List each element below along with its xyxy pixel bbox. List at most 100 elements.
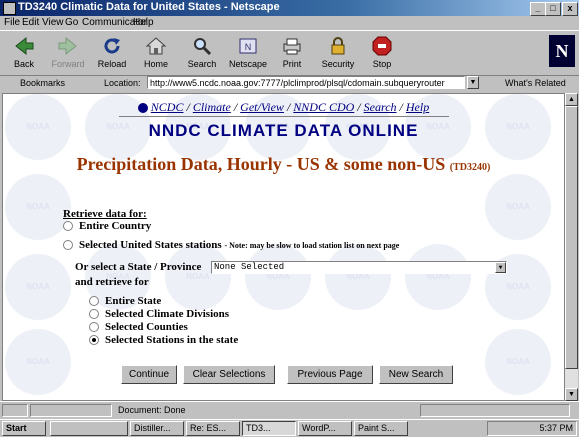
connection-icon bbox=[2, 404, 28, 417]
security-label: Security bbox=[321, 59, 355, 69]
back-button[interactable]: Back bbox=[2, 33, 46, 71]
forward-button[interactable]: Forward bbox=[46, 33, 90, 71]
selected-stations-radio[interactable] bbox=[63, 240, 73, 251]
minimize-button[interactable]: _ bbox=[530, 2, 546, 16]
menu-file[interactable]: File bbox=[4, 17, 20, 28]
nav-link-search[interactable]: Search bbox=[364, 100, 397, 114]
option-entire-country[interactable]: Entire Country bbox=[63, 220, 151, 232]
svg-text:N: N bbox=[245, 42, 252, 52]
quick-launch[interactable] bbox=[50, 421, 128, 436]
bookmarks-button[interactable]: Bookmarks bbox=[20, 78, 65, 88]
menu-edit[interactable]: Edit bbox=[22, 17, 39, 28]
security-button[interactable]: Security bbox=[316, 33, 360, 71]
menu-go[interactable]: Go bbox=[65, 17, 78, 28]
entire-state-radio[interactable] bbox=[89, 296, 99, 307]
state-label: Or select a State / Province bbox=[75, 261, 202, 273]
noaa-watermark: NOAA bbox=[245, 244, 311, 310]
continue-button[interactable]: Continue bbox=[121, 365, 177, 384]
task-email[interactable]: Re: ES... bbox=[186, 421, 240, 436]
close-button[interactable]: x bbox=[562, 2, 578, 16]
counties-label: Selected Counties bbox=[105, 321, 188, 333]
noaa-watermark: NOAA bbox=[485, 174, 551, 240]
menu-help[interactable]: Help bbox=[133, 17, 154, 28]
nav-link-ncdc[interactable]: NCDC bbox=[151, 100, 184, 114]
forward-label: Forward bbox=[51, 59, 85, 69]
task-paint[interactable]: Paint S... bbox=[354, 421, 408, 436]
reload-button[interactable]: Reload bbox=[90, 33, 134, 71]
noaa-watermark: NOAA bbox=[165, 244, 231, 310]
stations-in-state-label: Selected Stations in the state bbox=[105, 334, 239, 346]
home-button[interactable]: Home bbox=[134, 33, 178, 71]
noaa-watermark: NOAA bbox=[405, 244, 471, 310]
clear-selections-button[interactable]: Clear Selections bbox=[183, 365, 275, 384]
search-label: Search bbox=[187, 59, 217, 69]
nav-separator: / bbox=[233, 100, 238, 114]
netscape-window-icon[interactable] bbox=[3, 2, 16, 15]
window-title: TD3240 Climatic Data for United States -… bbox=[18, 1, 280, 13]
reload-icon bbox=[104, 38, 120, 54]
status-bar: Document: Done bbox=[0, 401, 579, 419]
status-text: Document: Done bbox=[118, 405, 186, 415]
stop-label: Stop bbox=[372, 59, 392, 69]
nav-link-nndc-cdo[interactable]: NNDC CDO bbox=[293, 100, 354, 114]
task-wordpad[interactable]: WordP... bbox=[298, 421, 352, 436]
state-select[interactable]: None Selected ▼ bbox=[211, 261, 507, 274]
page-content[interactable]: NOAA NOAA NOAA NOAA NOAA NOAA NOAA NOAA … bbox=[2, 93, 565, 401]
state-select-value: None Selected bbox=[214, 262, 285, 272]
home-label: Home bbox=[143, 59, 168, 69]
print-button[interactable]: Print bbox=[270, 33, 314, 71]
forward-arrow-icon bbox=[58, 36, 77, 56]
window-title-bar[interactable]: TD3240 Climatic Data for United States -… bbox=[0, 0, 579, 16]
start-button[interactable]: Start bbox=[2, 421, 46, 436]
vertical-scrollbar[interactable]: ▲ ▼ bbox=[565, 93, 578, 401]
stop-icon bbox=[372, 36, 392, 56]
clock[interactable]: 5:37 PM bbox=[539, 423, 573, 433]
noaa-watermark: NOAA bbox=[5, 254, 71, 320]
location-toolbar: Bookmarks Location: http://www5.ncdc.noa… bbox=[0, 75, 579, 92]
option-counties[interactable]: Selected Counties bbox=[89, 321, 188, 333]
option-climate-divisions[interactable]: Selected Climate Divisions bbox=[89, 308, 229, 320]
option-selected-stations[interactable]: Selected United States stations - Note: … bbox=[63, 239, 399, 251]
selected-stations-note: - Note: may be slow to load station list… bbox=[224, 241, 400, 250]
page-title: Precipitation Data, Hourly - US & some n… bbox=[3, 154, 564, 175]
lock-icon bbox=[331, 37, 345, 55]
retrieve-for-label: and retrieve for bbox=[75, 276, 149, 288]
task-netscape[interactable]: TD3... bbox=[242, 421, 296, 436]
scroll-up-button[interactable]: ▲ bbox=[565, 93, 578, 106]
entire-country-radio[interactable] bbox=[63, 221, 73, 232]
option-stations-in-state[interactable]: Selected Stations in the state bbox=[89, 334, 238, 346]
counties-radio[interactable] bbox=[89, 322, 99, 333]
nav-link-get-view[interactable]: Get/View bbox=[240, 100, 284, 114]
option-entire-state[interactable]: Entire State bbox=[89, 295, 161, 307]
nav-link-climate[interactable]: Climate bbox=[193, 100, 231, 114]
navigation-toolbar: Back Forward Reload Home Search N Netsca… bbox=[0, 30, 579, 76]
nav-separator: / bbox=[286, 100, 291, 114]
search-button[interactable]: Search bbox=[180, 33, 224, 71]
netscape-button[interactable]: N Netscape bbox=[226, 33, 270, 71]
site-banner: NNDC CLIMATE DATA ONLINE bbox=[148, 121, 419, 140]
scroll-down-button[interactable]: ▼ bbox=[565, 388, 578, 401]
url-dropdown-button[interactable]: ▼ bbox=[467, 76, 479, 89]
whats-related-button[interactable]: What's Related bbox=[505, 78, 566, 88]
chevron-down-icon[interactable]: ▼ bbox=[495, 262, 506, 273]
stop-button[interactable]: Stop bbox=[360, 33, 404, 71]
noaa-watermark: NOAA bbox=[485, 329, 551, 395]
previous-page-button[interactable]: Previous Page bbox=[287, 365, 373, 384]
nav-separator: / bbox=[399, 100, 403, 114]
netscape-logo[interactable]: N bbox=[549, 35, 575, 67]
scroll-thumb[interactable] bbox=[565, 106, 578, 369]
noaa-watermark: NOAA bbox=[5, 329, 71, 395]
new-search-button[interactable]: New Search bbox=[379, 365, 453, 384]
task-distiller[interactable]: Distiller... bbox=[130, 421, 184, 436]
reload-label: Reload bbox=[97, 59, 127, 69]
maximize-button[interactable]: □ bbox=[545, 2, 561, 16]
url-input[interactable]: http://www5.ncdc.noaa.gov:7777/plclimpro… bbox=[147, 76, 465, 89]
menu-bar: File Edit View Go Communicator Help bbox=[0, 16, 579, 30]
climate-divisions-radio[interactable] bbox=[89, 309, 99, 320]
component-bar[interactable] bbox=[420, 404, 570, 417]
stations-in-state-radio[interactable] bbox=[89, 335, 99, 346]
location-label: Location: bbox=[104, 78, 141, 88]
header-divider bbox=[119, 116, 449, 117]
nav-link-help[interactable]: Help bbox=[406, 100, 429, 114]
menu-view[interactable]: View bbox=[42, 17, 64, 28]
